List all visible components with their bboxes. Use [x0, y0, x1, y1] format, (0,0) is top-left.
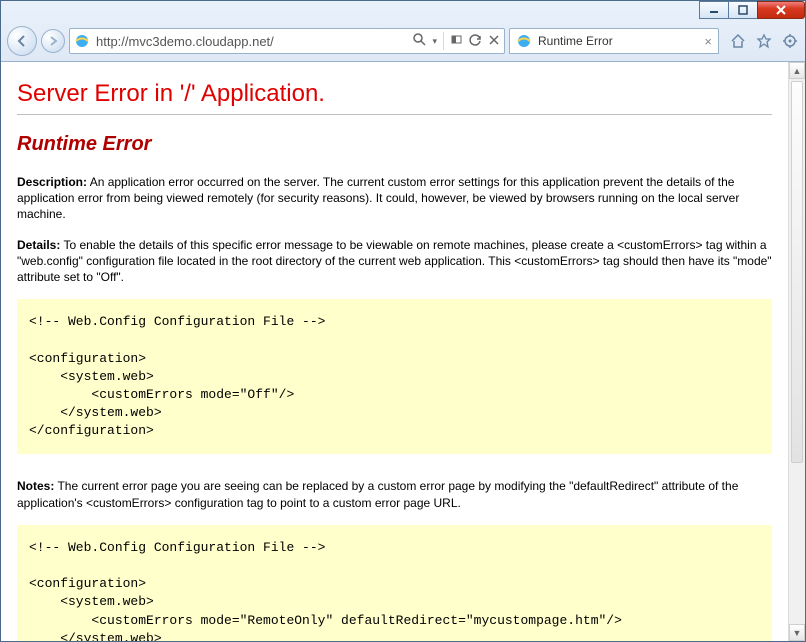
back-button[interactable] — [7, 26, 37, 56]
ie-icon — [74, 33, 90, 49]
separator — [17, 114, 772, 115]
page-title: Server Error in '/' Application. — [17, 80, 772, 108]
window-buttons — [700, 1, 805, 19]
vertical-scrollbar[interactable]: ▲ ▼ — [788, 62, 805, 641]
description-label: Description: — [17, 175, 87, 189]
tab-close-icon[interactable]: × — [704, 34, 712, 49]
refresh-icon[interactable] — [469, 33, 482, 49]
url-input[interactable] — [94, 33, 409, 50]
scroll-track[interactable] — [789, 79, 805, 624]
home-icon[interactable] — [729, 32, 747, 50]
address-bar[interactable]: ▾ — [69, 28, 505, 54]
notes-label: Notes: — [17, 479, 54, 493]
favorites-icon[interactable] — [755, 32, 773, 50]
close-button[interactable] — [757, 1, 805, 19]
details-paragraph: Details: To enable the details of this s… — [17, 237, 772, 286]
stop-icon[interactable] — [488, 34, 500, 49]
search-icon[interactable] — [413, 33, 426, 49]
ie-icon — [516, 33, 532, 49]
tools-icon[interactable] — [781, 32, 799, 50]
scroll-thumb[interactable] — [791, 81, 803, 463]
browser-window: ▾ Runtime Error × Server Error in '/' Ap… — [0, 0, 806, 642]
content-frame: Server Error in '/' Application. Runtime… — [1, 61, 805, 641]
error-heading: Runtime Error — [17, 133, 772, 156]
description-paragraph: Description: An application error occurr… — [17, 174, 772, 223]
code-block-2: <!-- Web.Config Configuration File --> <… — [17, 525, 772, 641]
scroll-up-button[interactable]: ▲ — [789, 62, 805, 79]
forward-button[interactable] — [41, 29, 65, 53]
browser-tab[interactable]: Runtime Error × — [509, 28, 719, 54]
window-titlebar — [1, 1, 805, 21]
code-block-1: <!-- Web.Config Configuration File --> <… — [17, 299, 772, 454]
notes-text: The current error page you are seeing ca… — [17, 479, 738, 509]
details-text: To enable the details of this specific e… — [17, 238, 772, 284]
details-label: Details: — [17, 238, 60, 252]
address-tools: ▾ — [413, 32, 500, 50]
minimize-button[interactable] — [699, 1, 729, 19]
browser-toolbar: ▾ Runtime Error × — [1, 21, 805, 61]
tab-title: Runtime Error — [538, 34, 613, 48]
compat-icon[interactable] — [450, 33, 463, 49]
maximize-button[interactable] — [728, 1, 758, 19]
notes-paragraph: Notes: The current error page you are se… — [17, 478, 772, 510]
scroll-down-button[interactable]: ▼ — [789, 624, 805, 641]
chrome-tools — [723, 32, 799, 50]
description-text: An application error occurred on the ser… — [17, 175, 739, 221]
separator — [443, 32, 444, 50]
dropdown-icon[interactable]: ▾ — [432, 36, 437, 47]
page-content: Server Error in '/' Application. Runtime… — [1, 62, 788, 641]
